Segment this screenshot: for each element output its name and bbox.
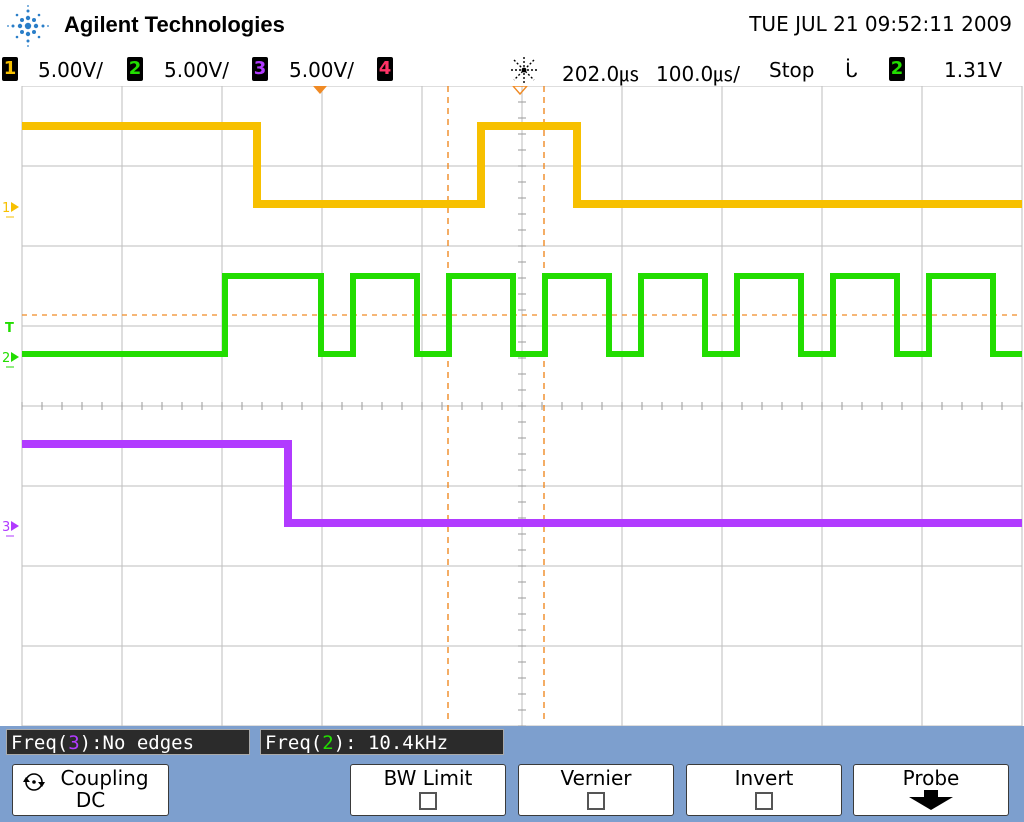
bw-limit-label: BW Limit: [383, 766, 473, 790]
measurement-1-suffix: ):No edges: [79, 732, 195, 754]
measurement-freq-ch3: Freq(3):No edges: [6, 729, 250, 755]
measurement-2-channel: 2: [322, 732, 334, 754]
delay-reference-marker: [512, 86, 528, 96]
vernier-checkbox[interactable]: [587, 792, 605, 810]
delay-readout: 202.0㎲: [562, 62, 640, 86]
channel-2-ground-marker: 2: [2, 351, 19, 368]
measurement-freq-ch2: Freq(2): 10.4kHz: [260, 729, 504, 755]
svg-text:2: 2: [2, 351, 10, 366]
svg-text:1: 1: [2, 201, 10, 216]
bw-limit-softkey[interactable]: BW Limit: [350, 764, 506, 816]
trigger-level-marker: T: [5, 321, 14, 336]
measurement-2-suffix: ): 10.4kHz: [333, 732, 449, 754]
channel-2-scale: 5.00V/: [164, 58, 229, 82]
submenu-down-arrow-icon: [909, 790, 953, 810]
status-bar: 1 5.00V/ 2 5.00V/ 3 5.00V/ 4 202.0㎲ 100.…: [0, 52, 1024, 86]
coupling-softkey[interactable]: Coupling DC: [12, 764, 169, 816]
invert-softkey[interactable]: Invert: [686, 764, 842, 816]
channel-3-badge[interactable]: 3: [252, 57, 268, 81]
channel-1-ground-marker: 1: [2, 201, 19, 218]
probe-softkey[interactable]: Probe: [853, 764, 1009, 816]
measurement-1-prefix: Freq(: [11, 732, 69, 754]
vernier-softkey[interactable]: Vernier: [518, 764, 674, 816]
date-time: TUE JUL 21 09:52:11 2009: [749, 12, 1012, 36]
channel-1-scale: 5.00V/: [38, 58, 103, 82]
measurement-2-prefix: Freq(: [265, 732, 323, 754]
vernier-label: Vernier: [560, 766, 632, 790]
bw-limit-checkbox[interactable]: [419, 792, 437, 810]
channel-3-ground-marker: 3: [2, 520, 19, 537]
trigger-source-badge: 2: [889, 57, 905, 81]
channel-4-badge[interactable]: 4: [377, 57, 393, 81]
brand-name: Agilent Technologies: [64, 12, 285, 37]
rotate-select-icon: [23, 773, 45, 791]
probe-label: Probe: [902, 766, 960, 790]
measurement-1-channel: 3: [68, 732, 80, 754]
softkey-panel: Freq(3):No edges Freq(2): 10.4kHz Coupli…: [0, 726, 1024, 822]
invert-label: Invert: [734, 766, 794, 790]
run-state: Stop: [769, 58, 815, 82]
channel-3-scale: 5.00V/: [289, 58, 354, 82]
trigger-position-marker: [313, 86, 327, 94]
acquisition-spark-icon: [511, 57, 537, 83]
svg-text:3: 3: [2, 520, 10, 535]
channel-1-badge[interactable]: 1: [2, 57, 18, 81]
trigger-level: 1.31V: [944, 58, 1003, 82]
channel-2-badge[interactable]: 2: [127, 57, 143, 81]
agilent-spark-icon: [7, 5, 49, 47]
trigger-slope-icon: ᒑ: [845, 58, 858, 82]
graticule: [21, 86, 1023, 726]
invert-checkbox[interactable]: [755, 792, 773, 810]
timebase-readout: 100.0㎲/: [656, 62, 740, 86]
svg-text:T: T: [5, 321, 14, 336]
waveform-display[interactable]: 1 T 2 3: [0, 86, 1024, 726]
